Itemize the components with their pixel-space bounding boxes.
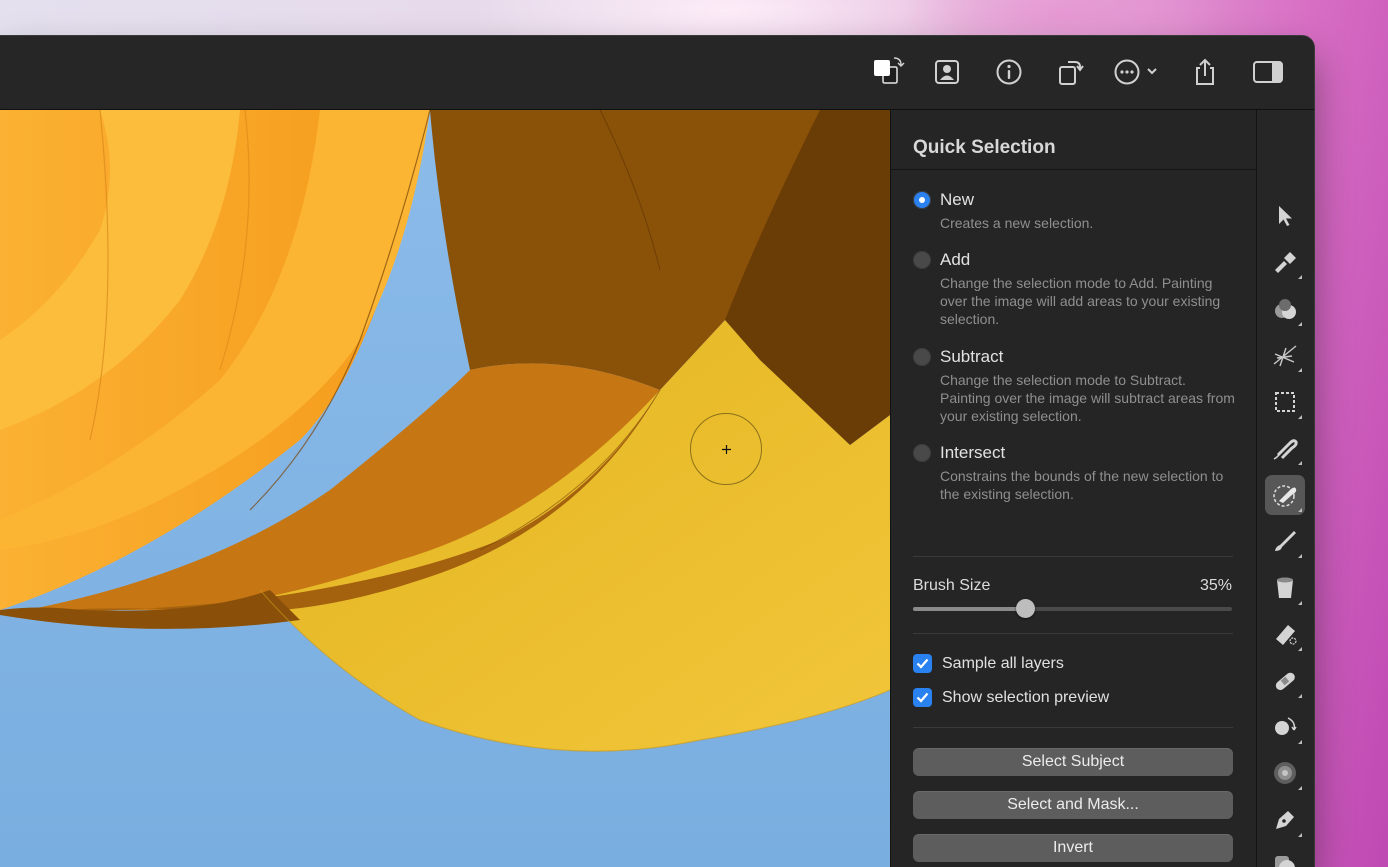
more-icon (1114, 59, 1157, 85)
paint-tool-button[interactable] (1265, 242, 1305, 282)
swap-colors-button[interactable] (868, 57, 908, 87)
crosshair-icon (722, 445, 731, 454)
color-circles-icon (1275, 299, 1296, 319)
quick-selection-tool-button[interactable] (1265, 475, 1305, 515)
noise-tool-button[interactable] (1265, 753, 1305, 793)
select-and-mask-button[interactable]: Select and Mask... (913, 791, 1233, 819)
sample-all-layers-checkbox[interactable]: Sample all layers (913, 654, 1064, 673)
share-button[interactable] (1188, 57, 1222, 87)
bandage-icon (1275, 672, 1295, 691)
magnetic-lasso-icon (1273, 439, 1298, 460)
rotate-button[interactable] (1053, 57, 1087, 87)
marquee-icon (1275, 392, 1295, 412)
mode-label: Add (940, 250, 971, 269)
paint-roller-icon (1275, 252, 1296, 273)
radio-subtract[interactable] (913, 348, 931, 366)
checkbox-label: Show selection preview (942, 688, 1110, 706)
select-subject-button[interactable]: Select Subject (913, 748, 1233, 776)
mode-option-new[interactable]: New Creates a new selection. (913, 190, 1240, 232)
color-adjust-tool-button[interactable] (1265, 289, 1305, 329)
noise-dots-icon (1274, 762, 1296, 784)
info-icon (996, 59, 1022, 85)
rotate-icon (1059, 61, 1084, 85)
toolbar (0, 36, 1314, 110)
panel-title: Quick Selection (913, 137, 1056, 158)
mode-description: Constrains the bounds of the new selecti… (940, 468, 1224, 502)
radio-add[interactable] (913, 251, 931, 269)
mode-option-add[interactable]: Add Change the selection mode to Add. Pa… (913, 250, 1240, 328)
share-icon (1196, 58, 1214, 85)
portrait-icon (935, 60, 959, 84)
divider (913, 727, 1233, 728)
title-divider (891, 169, 1256, 170)
more-button[interactable] (1112, 57, 1162, 87)
arrow-cursor-icon (1279, 206, 1292, 226)
effects-tool-button[interactable] (1265, 335, 1305, 375)
clone-tool-button[interactable] (1265, 707, 1305, 747)
eraser-tool-button[interactable] (1265, 614, 1305, 654)
paint-bucket-icon (1277, 577, 1293, 598)
fill-tool-button[interactable] (1265, 568, 1305, 608)
brush-icon (1275, 531, 1296, 551)
brush-size-slider[interactable] (913, 599, 1232, 618)
brush-size-label: Brush Size (913, 577, 991, 594)
shapes-icon (1275, 856, 1295, 867)
mode-description: Creates a new selection. (940, 215, 1094, 231)
divider (913, 633, 1233, 634)
brush-size-value: 35% (1199, 577, 1232, 594)
mode-label: Subtract (940, 347, 1004, 366)
tool-strip (1256, 110, 1314, 867)
mode-label: Intersect (940, 443, 1006, 462)
slider-fill (913, 607, 1025, 611)
show-selection-preview-checkbox[interactable]: Show selection preview (913, 688, 1109, 707)
checkbox-checked[interactable] (913, 688, 932, 707)
lasso-tool-button[interactable] (1265, 428, 1305, 468)
pen-tool-button[interactable] (1265, 800, 1305, 840)
mode-option-intersect[interactable]: Intersect Constrains the bounds of the n… (913, 443, 1240, 503)
move-tool-button[interactable] (1265, 196, 1305, 236)
radio-new[interactable] (913, 191, 931, 209)
brush-tool-button[interactable] (1265, 521, 1305, 561)
mode-label: New (940, 190, 975, 209)
inspector-panel: Quick Selection New Creates a new select… (890, 110, 1256, 867)
radio-intersect[interactable] (913, 444, 931, 462)
pen-nib-icon (1276, 811, 1294, 829)
mode-description: Change the selection mode to Subtract. P… (940, 372, 1235, 424)
mode-option-subtract[interactable]: Subtract Change the selection mode to Su… (913, 347, 1240, 425)
mode-description: Change the selection mode to Add. Painti… (940, 275, 1221, 327)
portrait-button[interactable] (930, 57, 964, 87)
healing-tool-button[interactable] (1265, 661, 1305, 701)
checkmark-icon (916, 692, 929, 703)
shape-tool-button[interactable] (1265, 846, 1305, 867)
swap-colors-icon (874, 57, 905, 84)
sidebar-icon (1253, 61, 1283, 83)
divider (913, 556, 1233, 557)
checkbox-label: Sample all layers (942, 654, 1064, 672)
sparkle-icon (1273, 345, 1297, 367)
eraser-icon (1276, 625, 1297, 645)
slider-knob[interactable] (1015, 599, 1035, 618)
invert-button[interactable]: Invert (913, 834, 1233, 862)
checkbox-checked[interactable] (913, 654, 932, 673)
marquee-tool-button[interactable] (1265, 382, 1305, 422)
info-button[interactable] (992, 57, 1026, 87)
quick-selection-icon (1273, 485, 1297, 507)
app-window: Quick Selection New Creates a new select… (0, 36, 1314, 867)
photo-balloon-fabric (0, 110, 890, 867)
checkmark-icon (916, 658, 929, 669)
clone-icon (1275, 717, 1297, 735)
image-canvas[interactable] (0, 110, 890, 867)
sidebar-toggle-button[interactable] (1250, 57, 1286, 87)
